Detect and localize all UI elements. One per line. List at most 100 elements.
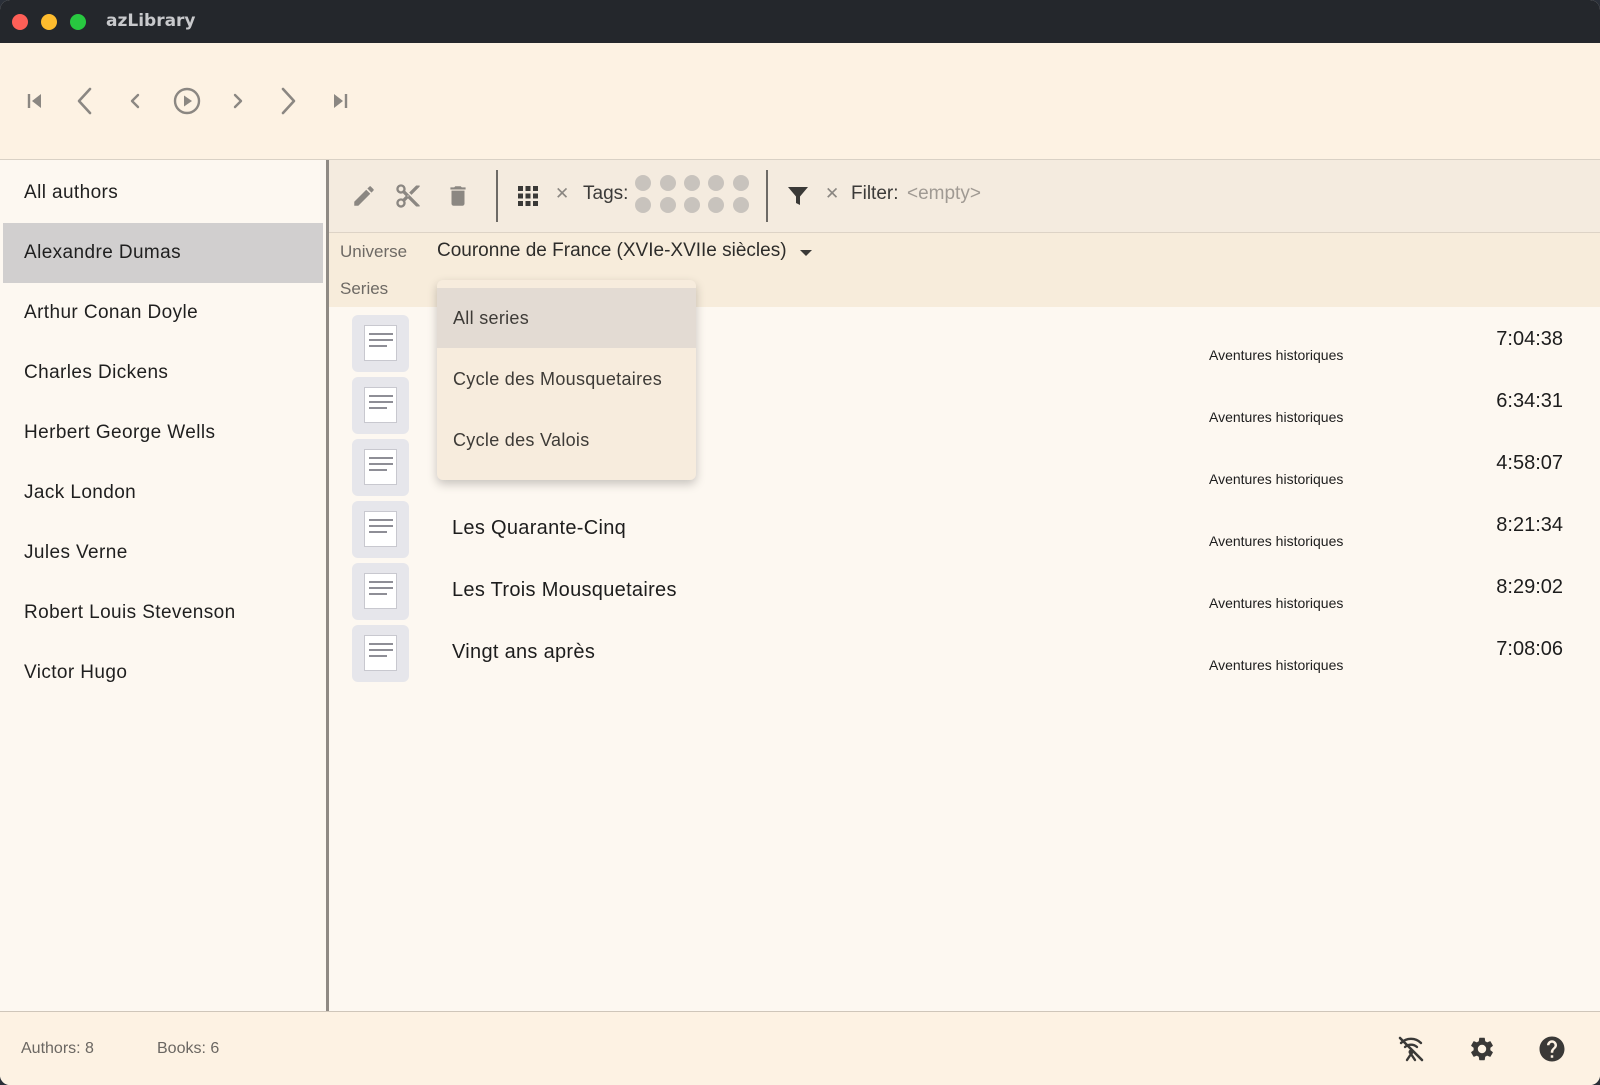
- sidebar-item-charles-dickens[interactable]: Charles Dickens: [3, 343, 323, 403]
- book-duration: 8:21:34: [1496, 514, 1563, 536]
- help-icon: [1539, 1036, 1565, 1062]
- authors-sidebar: All authors Alexandre Dumas Arthur Conan…: [0, 160, 329, 1011]
- table-row[interactable]: Les Trois Mousquetaires Aventures histor…: [329, 560, 1600, 622]
- pencil-icon: [354, 186, 374, 206]
- sidebar-item-herbert-george-wells[interactable]: Herbert George Wells: [3, 403, 323, 463]
- funnel-icon: [788, 187, 808, 205]
- edit-button[interactable]: [346, 178, 382, 214]
- help-button[interactable]: [1536, 1033, 1568, 1065]
- app-title: azLibrary: [106, 11, 196, 31]
- next-chapter-button[interactable]: [270, 83, 306, 119]
- book-title: Les Trois Mousquetaires: [452, 579, 677, 601]
- toolbar-divider: [766, 170, 768, 222]
- skip-first-icon: [27, 94, 41, 108]
- sidebar-item-label: Charles Dickens: [24, 362, 169, 383]
- settings-button[interactable]: [1466, 1033, 1498, 1065]
- sidebar-item-alexandre-dumas[interactable]: Alexandre Dumas: [3, 223, 323, 283]
- universe-select[interactable]: Couronne de France (XVIe-XVIIe siècles): [437, 240, 787, 262]
- book-cover-icon: [352, 501, 409, 558]
- sidebar-item-robert-louis-stevenson[interactable]: Robert Louis Stevenson: [3, 583, 323, 643]
- book-universe: Aventures historiques: [1209, 657, 1344, 673]
- filter-label: Filter:: [851, 183, 899, 204]
- series-label: Series: [340, 279, 389, 298]
- book-title: Les Quarante-Cinq: [452, 517, 627, 539]
- universe-row: Universe Couronne de France (XVIe-XVIIe …: [329, 233, 1600, 271]
- skip-first-button[interactable]: [17, 83, 53, 119]
- status-bar: Authors: 8 Books: 6: [0, 1011, 1600, 1085]
- sidebar-item-victor-hugo[interactable]: Victor Hugo: [3, 643, 323, 703]
- grid-icon: [518, 186, 538, 206]
- previous-chapter-button[interactable]: [67, 83, 103, 119]
- book-duration: 4:58:07: [1496, 452, 1563, 474]
- series-option-mousquetaires[interactable]: Cycle des Mousquetaires: [437, 349, 696, 409]
- tags-placeholder[interactable]: [635, 175, 751, 217]
- series-option-label: Cycle des Valois: [453, 429, 590, 450]
- filter-button[interactable]: [780, 178, 816, 214]
- sidebar-item-jack-london[interactable]: Jack London: [3, 463, 323, 523]
- series-dropdown-menu: All series Cycle des Mousquetaires Cycle…: [437, 280, 696, 480]
- clear-tags-button[interactable]: ✕: [555, 184, 569, 204]
- scissors-icon: [396, 184, 420, 208]
- book-universe: Aventures historiques: [1209, 471, 1344, 487]
- title-bar: azLibrary: [0, 0, 1600, 43]
- play-circle-icon: [173, 87, 201, 115]
- tags-grid-button[interactable]: [510, 178, 546, 214]
- book-cover-icon: [352, 439, 409, 496]
- offline-button[interactable]: [1395, 1033, 1427, 1065]
- book-cover-icon: [352, 377, 409, 434]
- series-option-all[interactable]: All series: [437, 288, 696, 348]
- book-universe: Aventures historiques: [1209, 347, 1344, 363]
- close-window-button[interactable]: [12, 14, 28, 30]
- book-cover-icon: [352, 563, 409, 620]
- book-title: Vingt ans après: [452, 641, 596, 663]
- sidebar-item-jules-verne[interactable]: Jules Verne: [3, 523, 323, 583]
- book-cover-icon: [352, 625, 409, 682]
- series-option-valois[interactable]: Cycle des Valois: [437, 410, 696, 470]
- gear-icon: [1471, 1037, 1493, 1061]
- sidebar-item-label: Victor Hugo: [24, 662, 128, 683]
- sidebar-item-arthur-conan-doyle[interactable]: Arthur Conan Doyle: [3, 283, 323, 343]
- sidebar-item-label: Jack London: [24, 482, 137, 503]
- skip-last-icon: [334, 94, 348, 108]
- books-toolbar: ✕ Tags: ✕ Filter: <empty>: [329, 160, 1600, 233]
- cut-button[interactable]: [390, 178, 426, 214]
- filter-input[interactable]: <empty>: [907, 183, 981, 205]
- sidebar-item-label: Arthur Conan Doyle: [24, 302, 199, 323]
- forward-button[interactable]: [220, 83, 256, 119]
- chevron-left-large-icon: [77, 87, 92, 115]
- delete-button[interactable]: [440, 178, 476, 214]
- sidebar-item-label: Herbert George Wells: [24, 422, 216, 443]
- chevron-down-icon[interactable]: [800, 250, 812, 256]
- maximize-window-button[interactable]: [70, 14, 86, 30]
- book-cover-icon: [352, 315, 409, 372]
- sidebar-item-label: Alexandre Dumas: [24, 242, 182, 263]
- series-option-label: All series: [453, 307, 530, 328]
- table-row[interactable]: Vingt ans après Aventures historiques 7:…: [329, 622, 1600, 684]
- sidebar-item-label: All authors: [24, 182, 119, 203]
- universe-label: Universe: [340, 242, 408, 261]
- rewind-button[interactable]: [117, 83, 153, 119]
- toolbar-divider: [496, 170, 498, 222]
- book-universe: Aventures historiques: [1209, 533, 1344, 549]
- chevron-left-small-icon: [130, 93, 140, 109]
- sidebar-item-label: Robert Louis Stevenson: [24, 602, 236, 623]
- skip-last-button[interactable]: [322, 83, 358, 119]
- book-universe: Aventures historiques: [1209, 409, 1344, 425]
- table-row[interactable]: Les Quarante-Cinq Aventures historiques …: [329, 498, 1600, 560]
- books-count: Books: 6: [157, 1040, 220, 1057]
- sidebar-item-all-authors[interactable]: All authors: [3, 163, 323, 223]
- play-button[interactable]: [169, 83, 205, 119]
- minimize-window-button[interactable]: [41, 14, 57, 30]
- app-window: azLibrary All authors Alexandre Dumas Ar…: [0, 0, 1600, 1085]
- clear-filter-button[interactable]: ✕: [825, 184, 839, 204]
- book-duration: 8:29:02: [1496, 576, 1563, 598]
- authors-count: Authors: 8: [21, 1040, 94, 1057]
- player-bar: [0, 43, 1600, 160]
- sidebar-item-label: Jules Verne: [24, 542, 128, 563]
- book-universe: Aventures historiques: [1209, 595, 1344, 611]
- trash-icon: [450, 186, 466, 206]
- book-duration: 7:08:06: [1496, 638, 1563, 660]
- no-signal-icon: [1398, 1036, 1424, 1062]
- tags-label: Tags:: [583, 183, 629, 204]
- series-option-label: Cycle des Mousquetaires: [453, 368, 662, 389]
